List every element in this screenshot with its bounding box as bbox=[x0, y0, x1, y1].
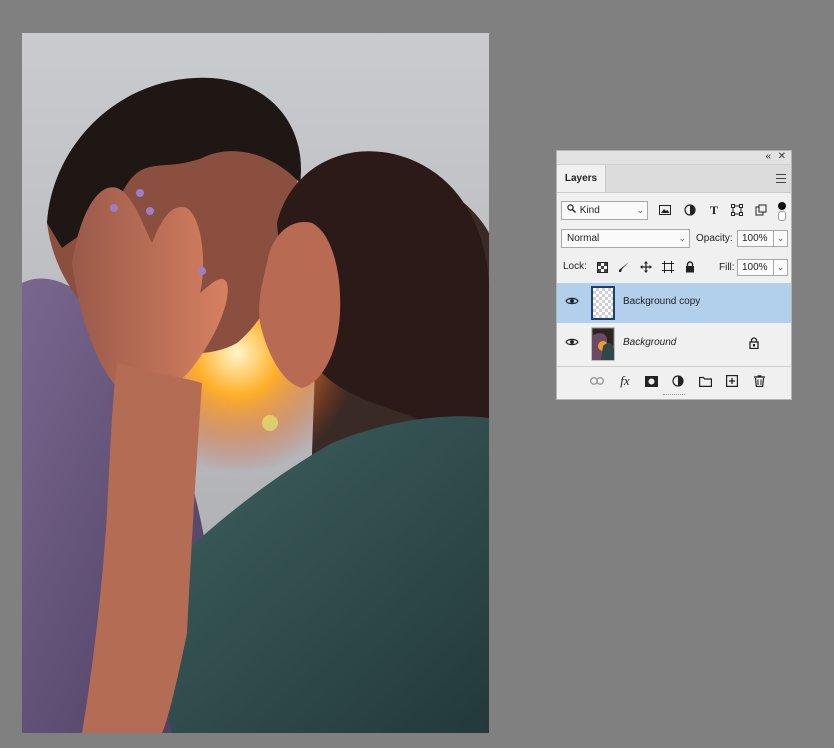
layer-row-background-copy[interactable]: Background copy bbox=[557, 283, 791, 323]
adjustment-layer-icon[interactable] bbox=[670, 373, 686, 389]
filter-kind-label: Kind bbox=[579, 205, 600, 216]
panel-menu-icon[interactable] bbox=[776, 174, 786, 183]
collapse-panel-icon[interactable]: « bbox=[765, 151, 771, 163]
smart-object-filter-icon[interactable] bbox=[753, 202, 769, 218]
filter-toggle[interactable] bbox=[777, 201, 787, 221]
fill-label: Fill: bbox=[719, 262, 735, 273]
layer-thumbnail bbox=[587, 326, 619, 362]
lock-row: Lock: Fill: 100% ⌄ bbox=[557, 258, 791, 278]
link-layers-icon[interactable] bbox=[589, 373, 605, 389]
blend-mode-value: Normal bbox=[567, 233, 600, 244]
photo-image bbox=[22, 33, 489, 733]
layer-name: Background bbox=[623, 337, 677, 348]
image-filter-icon[interactable] bbox=[657, 202, 673, 218]
lock-all-icon[interactable] bbox=[683, 260, 697, 274]
layer-lock-icon[interactable] bbox=[749, 337, 761, 350]
eye-icon[interactable] bbox=[565, 296, 581, 310]
filter-kind-dropdown[interactable]: Kind ⌄ bbox=[561, 201, 648, 220]
panel-title-bar: « ✕ bbox=[557, 151, 791, 165]
tab-layers[interactable]: Layers bbox=[557, 165, 606, 192]
resize-grip[interactable] bbox=[663, 394, 685, 398]
layers-panel: « ✕ Layers Kind ⌄ T Normal ⌄ Opacity: 10… bbox=[556, 150, 792, 400]
chevron-down-icon: ⌄ bbox=[678, 233, 686, 243]
lock-artboard-icon[interactable] bbox=[661, 260, 675, 274]
layers-bottom-toolbar: fx bbox=[557, 366, 791, 399]
fill-input[interactable]: 100% bbox=[737, 259, 774, 276]
eye-icon[interactable] bbox=[565, 337, 581, 351]
filter-row: Kind ⌄ T bbox=[557, 201, 791, 221]
lock-image-icon[interactable] bbox=[617, 260, 631, 274]
lock-transparent-icon[interactable] bbox=[595, 260, 609, 274]
close-panel-icon[interactable]: ✕ bbox=[778, 151, 786, 163]
layer-row-background[interactable]: Background bbox=[557, 324, 791, 364]
layer-thumbnail bbox=[587, 285, 619, 321]
panel-tab-row: Layers bbox=[557, 165, 791, 193]
document-canvas[interactable] bbox=[22, 33, 489, 733]
chevron-down-icon: ⌄ bbox=[636, 205, 644, 215]
opacity-input[interactable]: 100% bbox=[737, 230, 774, 247]
lock-label: Lock: bbox=[563, 261, 587, 272]
type-filter-icon[interactable]: T bbox=[706, 202, 722, 218]
new-layer-icon[interactable] bbox=[724, 373, 740, 389]
blend-row: Normal ⌄ Opacity: 100% ⌄ bbox=[557, 229, 791, 249]
shape-filter-icon[interactable] bbox=[729, 202, 745, 218]
blend-mode-dropdown[interactable]: Normal ⌄ bbox=[561, 229, 690, 248]
lock-position-icon[interactable] bbox=[639, 260, 653, 274]
layer-mask-icon[interactable] bbox=[643, 373, 659, 389]
fill-chevron-icon[interactable]: ⌄ bbox=[774, 259, 788, 276]
opacity-chevron-icon[interactable]: ⌄ bbox=[774, 230, 788, 247]
trash-icon[interactable] bbox=[751, 373, 767, 389]
adjustment-filter-icon[interactable] bbox=[682, 202, 698, 218]
layer-name: Background copy bbox=[623, 296, 701, 307]
opacity-label: Opacity: bbox=[696, 233, 733, 244]
search-icon bbox=[567, 202, 577, 219]
group-folder-icon[interactable] bbox=[697, 373, 713, 389]
fx-icon[interactable]: fx bbox=[617, 373, 633, 389]
